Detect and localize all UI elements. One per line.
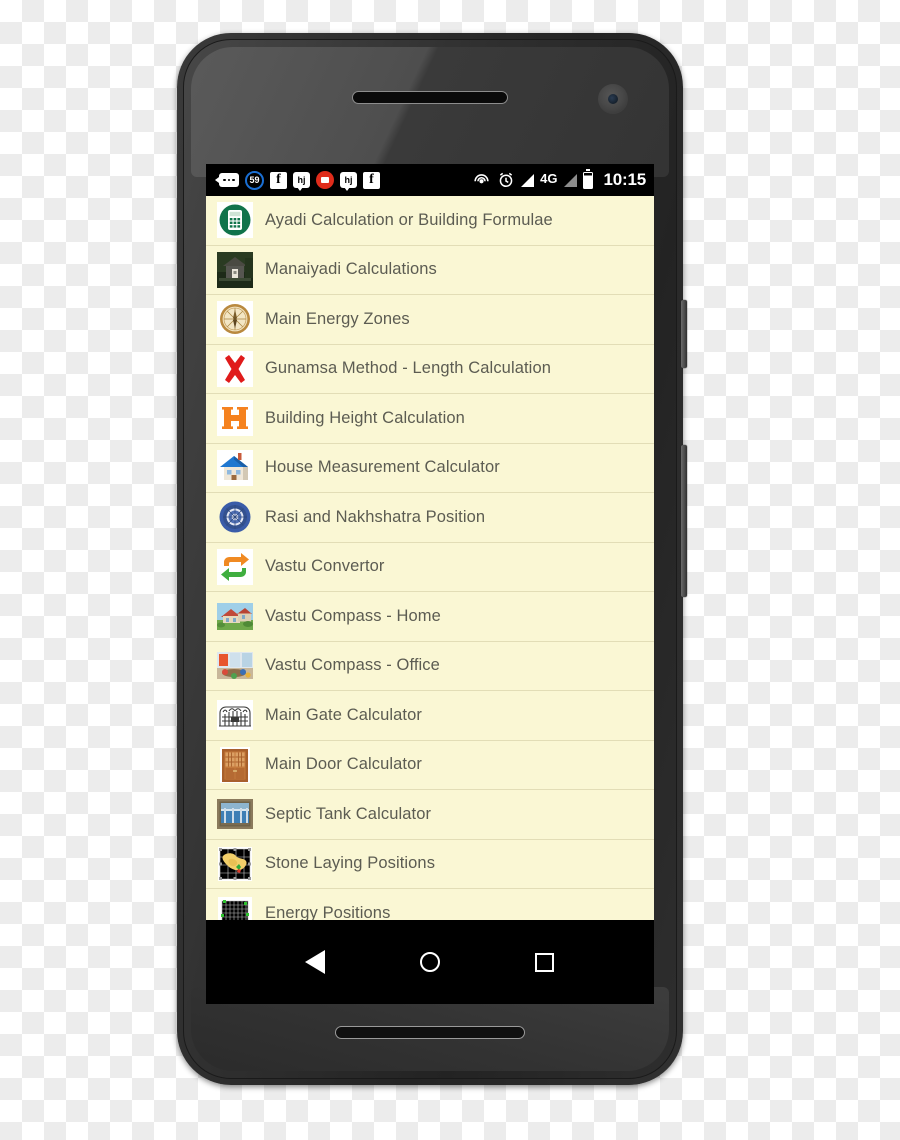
bottom-speaker [335, 1026, 525, 1039]
house-icon [216, 449, 254, 487]
calculator-icon [216, 201, 254, 239]
list-item-label: Energy Positions [265, 904, 391, 920]
list-item-vastu-compass-home[interactable]: Vastu Compass - Home [206, 592, 654, 642]
list-item-label: Stone Laying Positions [265, 854, 436, 873]
power-button[interactable] [681, 300, 687, 368]
list-item-label: Rasi and Nakhshatra Position [265, 507, 486, 526]
hike-icon: hj [293, 172, 310, 191]
notification-count-label: 59 [245, 170, 264, 190]
list-item-label: Building Height Calculation [265, 408, 465, 427]
list-item-label: Vastu Convertor [265, 557, 385, 576]
list-item-building-height[interactable]: Building Height Calculation [206, 394, 654, 444]
list-item-septic-tank[interactable]: Septic Tank Calculator [206, 790, 654, 840]
list-item-label: Ayadi Calculation or Building Formulae [265, 210, 553, 229]
home-photo-icon [216, 597, 254, 635]
chakra-wheel-icon [216, 498, 254, 536]
list-item-label: Main Door Calculator [265, 755, 422, 774]
volume-rocker[interactable] [681, 445, 687, 597]
list-item-label: Septic Tank Calculator [265, 804, 432, 823]
page-root: 59 f hj hj f 4G 10:15 Ayadi Calculation … [0, 0, 900, 1140]
gate-icon [216, 696, 254, 734]
notification-count-badge: 59 [245, 170, 264, 190]
list-item-label: Gunamsa Method - Length Calculation [265, 359, 551, 378]
list-item-manaiyadi-calculations[interactable]: Manaiyadi Calculations [206, 246, 654, 295]
signal-icon [521, 173, 535, 187]
phone-top-bezel [191, 47, 669, 177]
front-camera [598, 84, 628, 114]
letter-h-icon [216, 399, 254, 437]
back-button[interactable] [292, 939, 338, 985]
list-item-rasi-nakhshatra[interactable]: Rasi and Nakhshatra Position [206, 493, 654, 543]
office-photo-icon [216, 647, 254, 685]
network-type-label: 4G [540, 171, 558, 186]
hike-icon-2: hj [340, 172, 357, 191]
menu-list[interactable]: Ayadi Calculation or Building Formulae M… [206, 196, 654, 920]
facebook-icon-2: f [363, 171, 380, 189]
list-item-label: Main Gate Calculator [265, 705, 422, 724]
site-map-icon [216, 845, 254, 883]
door-icon [216, 746, 254, 784]
status-bar: 59 f hj hj f 4G 10:15 [206, 164, 654, 196]
list-item-label: Manaiyadi Calculations [265, 260, 437, 279]
list-item-label: Vastu Compass - Office [265, 656, 440, 675]
list-item-stone-laying[interactable]: Stone Laying Positions [206, 840, 654, 889]
temple-photo-icon [216, 251, 254, 289]
battery-icon [582, 168, 593, 189]
list-item-main-energy-zones[interactable]: Main Energy Zones [206, 295, 654, 345]
convert-arrows-icon [216, 548, 254, 586]
list-item-label: House Measurement Calculator [265, 458, 500, 477]
list-item-energy-positions[interactable]: Energy Positions [206, 889, 654, 920]
android-nav-bar [206, 920, 654, 1004]
water-tank-photo-icon [216, 795, 254, 833]
messages-icon [215, 173, 239, 187]
list-item-label: Main Energy Zones [265, 309, 410, 328]
energy-grid-icon [216, 895, 254, 920]
list-item-ayadi-calculation[interactable]: Ayadi Calculation or Building Formulae [206, 196, 654, 246]
list-item-main-gate[interactable]: Main Gate Calculator [206, 691, 654, 741]
phone-screen: 59 f hj hj f 4G 10:15 Ayadi Calculation … [206, 164, 654, 1004]
youtube-icon [316, 171, 334, 189]
facebook-icon: f [270, 171, 287, 189]
list-item-vastu-convertor[interactable]: Vastu Convertor [206, 543, 654, 592]
compass-icon [216, 300, 254, 338]
home-button[interactable] [407, 939, 453, 985]
clock-label: 10:15 [603, 170, 647, 189]
earpiece-speaker [352, 91, 508, 104]
list-item-gunamsa-method[interactable]: Gunamsa Method - Length Calculation [206, 345, 654, 394]
list-item-vastu-compass-office[interactable]: Vastu Compass - Office [206, 642, 654, 691]
alarm-icon [497, 171, 515, 189]
recents-button[interactable] [522, 939, 568, 985]
phone-device: 59 f hj hj f 4G 10:15 Ayadi Calculation … [177, 33, 687, 1085]
list-item-main-door[interactable]: Main Door Calculator [206, 741, 654, 790]
list-item-house-measurement[interactable]: House Measurement Calculator [206, 444, 654, 493]
list-item-label: Vastu Compass - Home [265, 606, 441, 625]
signal-icon-2 [563, 173, 577, 187]
hotspot-icon [472, 171, 491, 190]
red-cross-icon [216, 350, 254, 388]
